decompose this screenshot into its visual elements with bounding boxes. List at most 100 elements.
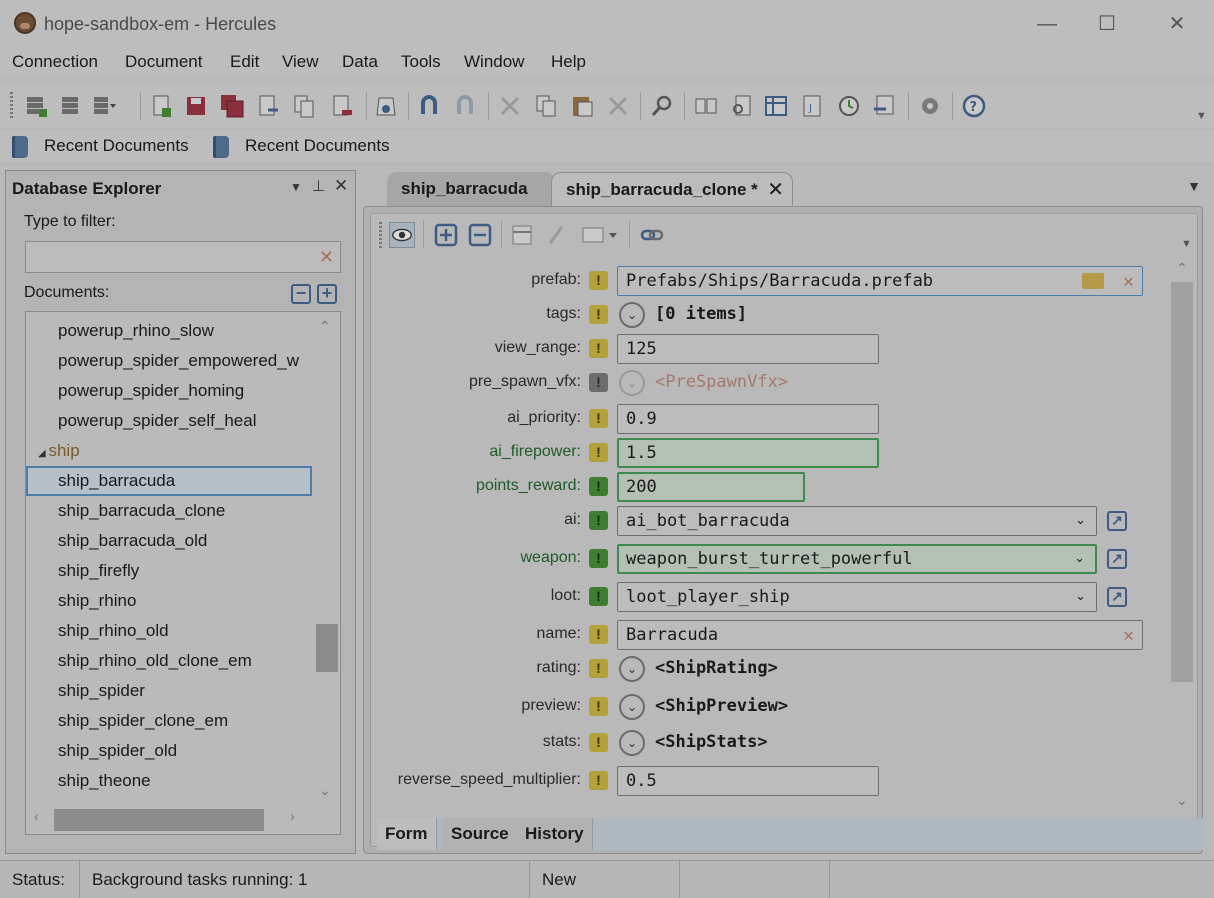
form-vertical-scrollbar[interactable]: ⌃ ⌄ [1171, 258, 1193, 818]
recent-documents-dropdown[interactable]: Recent Documents [213, 135, 403, 159]
tab-ship-barracuda-clone[interactable]: ship_barracuda_clone * ✕ [551, 172, 793, 206]
scroll-up-icon[interactable]: ⌃ [319, 318, 331, 335]
tab-form[interactable]: Form [377, 818, 437, 850]
gear-icon[interactable] [918, 94, 942, 118]
link-icon[interactable] [639, 222, 665, 248]
remove-field-icon[interactable] [467, 222, 493, 248]
disk-icon[interactable] [374, 94, 398, 118]
tree-item[interactable]: powerup_rhino_slow [26, 316, 312, 346]
tree-item[interactable]: powerup_spider_homing [26, 376, 312, 406]
tree-item[interactable]: ship_spider_old [26, 736, 312, 766]
open-reference-icon[interactable]: ↗ [1107, 549, 1127, 569]
cut-icon[interactable] [498, 94, 522, 118]
field-select[interactable]: ai_bot_barracuda ⌄ [617, 506, 1097, 536]
tab-ship-barracuda[interactable]: ship_barracuda [387, 172, 555, 206]
tree-group[interactable]: ◢ ship [26, 436, 312, 466]
copy-document-icon[interactable] [292, 94, 316, 118]
tree-item[interactable]: ship_rhino_old [26, 616, 312, 646]
collapse-all-button[interactable]: − [291, 284, 311, 304]
field-input[interactable]: 0.9 [617, 404, 879, 434]
tree-horizontal-scrollbar[interactable]: ‹ › [26, 804, 340, 834]
expand-chevron-icon[interactable]: ⌄ [619, 694, 645, 720]
tree-item[interactable]: powerup_spider_empowered_w [26, 346, 312, 376]
eye-icon[interactable] [389, 222, 415, 248]
export-document-icon[interactable] [256, 94, 280, 118]
required-badge-icon[interactable]: ! [589, 409, 608, 428]
field-select[interactable]: weapon_burst_turret_powerful ⌄ [617, 544, 1097, 574]
minimize-button[interactable]: — [1032, 10, 1062, 38]
open-reference-icon[interactable]: ↗ [1107, 511, 1127, 531]
add-field-icon[interactable] [433, 222, 459, 248]
documents-tree[interactable]: ship_theone ship_spider_old ship_spider_cl… [25, 311, 341, 835]
database-icon[interactable] [58, 94, 82, 118]
menu-document[interactable]: Document [125, 52, 202, 72]
find-document-icon[interactable] [730, 94, 754, 118]
panel-menu-icon[interactable]: ▼ [290, 180, 302, 194]
menu-connection[interactable]: Connection [12, 52, 98, 72]
field-input[interactable]: 125 [617, 334, 879, 364]
redo-icon[interactable] [454, 94, 478, 118]
scrollbar-thumb[interactable] [316, 624, 338, 672]
expand-chevron-icon[interactable]: ⌄ [619, 730, 645, 756]
tab-close-icon[interactable]: ✕ [767, 173, 784, 207]
delete-icon[interactable] [606, 94, 630, 118]
menu-view[interactable]: View [282, 52, 319, 72]
tree-item[interactable]: ship_spider [26, 676, 312, 706]
pin-icon[interactable]: ⊥ [312, 177, 325, 195]
panel-close-icon[interactable]: ✕ [334, 176, 348, 196]
field-input[interactable]: 0.5 [617, 766, 879, 796]
tree-item[interactable]: ship_spider_clone_em [26, 706, 312, 736]
scroll-left-icon[interactable]: ‹ [34, 808, 39, 824]
scroll-right-icon[interactable]: › [290, 808, 295, 824]
expand-chevron-icon[interactable]: ⌄ [619, 302, 645, 328]
required-badge-icon[interactable]: ! [589, 477, 608, 496]
paste-icon[interactable] [570, 94, 594, 118]
attachment-icon[interactable] [543, 222, 569, 248]
undo-icon[interactable] [418, 94, 442, 118]
toolbar-grip[interactable] [379, 222, 382, 248]
new-document-icon[interactable] [150, 94, 174, 118]
required-badge-icon[interactable]: ! [589, 659, 608, 678]
toolbar-grip[interactable] [10, 92, 13, 120]
tree-item[interactable]: ship_barracuda_clone [26, 496, 312, 526]
tree-item[interactable]: ship_barracuda_old [26, 526, 312, 556]
required-badge-icon[interactable]: ! [589, 511, 608, 530]
required-badge-icon[interactable]: ! [589, 697, 608, 716]
scroll-down-icon[interactable]: ⌄ [1176, 792, 1188, 809]
required-badge-icon[interactable]: ! [589, 271, 608, 290]
clear-value-icon[interactable]: ✕ [1123, 622, 1134, 649]
filter-input[interactable]: ✕ [25, 241, 341, 273]
layout-dropdown-icon[interactable] [579, 222, 623, 248]
menu-edit[interactable]: Edit [230, 52, 259, 72]
field-input[interactable]: 200 [617, 472, 805, 502]
tree-item[interactable]: ship_barracuda [26, 466, 312, 496]
expand-all-button[interactable]: + [317, 284, 337, 304]
tree-item[interactable]: ship_firefly [26, 556, 312, 586]
chevron-down-icon[interactable]: ⌄ [1074, 546, 1085, 572]
tree-vertical-scrollbar[interactable]: ⌃ ⌄ [312, 312, 340, 804]
menu-window[interactable]: Window [464, 52, 524, 72]
required-badge-icon[interactable]: ! [589, 587, 608, 606]
required-badge-icon[interactable]: ! [589, 771, 608, 790]
expand-chevron-icon[interactable]: ⌄ [619, 370, 645, 396]
compare-icon[interactable] [694, 94, 718, 118]
required-badge-icon[interactable]: ! [589, 625, 608, 644]
field-input[interactable]: 1.5 [617, 438, 879, 468]
chevron-down-icon[interactable]: ⌄ [1075, 507, 1086, 535]
tree-item[interactable]: ship_rhino_old_clone_em [26, 646, 312, 676]
required-badge-icon[interactable]: ! [589, 373, 608, 392]
collapse-arrow-icon[interactable]: ◢ [38, 448, 48, 459]
chevron-down-icon[interactable]: ⌄ [1075, 583, 1086, 611]
clear-filter-icon[interactable]: ✕ [319, 247, 334, 268]
help-icon[interactable]: ? [962, 94, 986, 118]
open-reference-icon[interactable]: ↗ [1107, 587, 1127, 607]
new-connection-icon[interactable] [24, 94, 48, 118]
copy-icon[interactable] [534, 94, 558, 118]
recent-documents-dropdown[interactable]: Recent Documents [12, 135, 202, 159]
folder-icon[interactable] [1082, 273, 1104, 289]
required-badge-icon[interactable]: ! [589, 549, 608, 568]
field-input[interactable]: Prefabs/Ships/Barracuda.prefab ✕ [617, 266, 1143, 296]
json-document-icon[interactable]: J [800, 94, 824, 118]
database-dropdown-icon[interactable] [92, 94, 116, 118]
table-icon[interactable] [764, 94, 788, 118]
